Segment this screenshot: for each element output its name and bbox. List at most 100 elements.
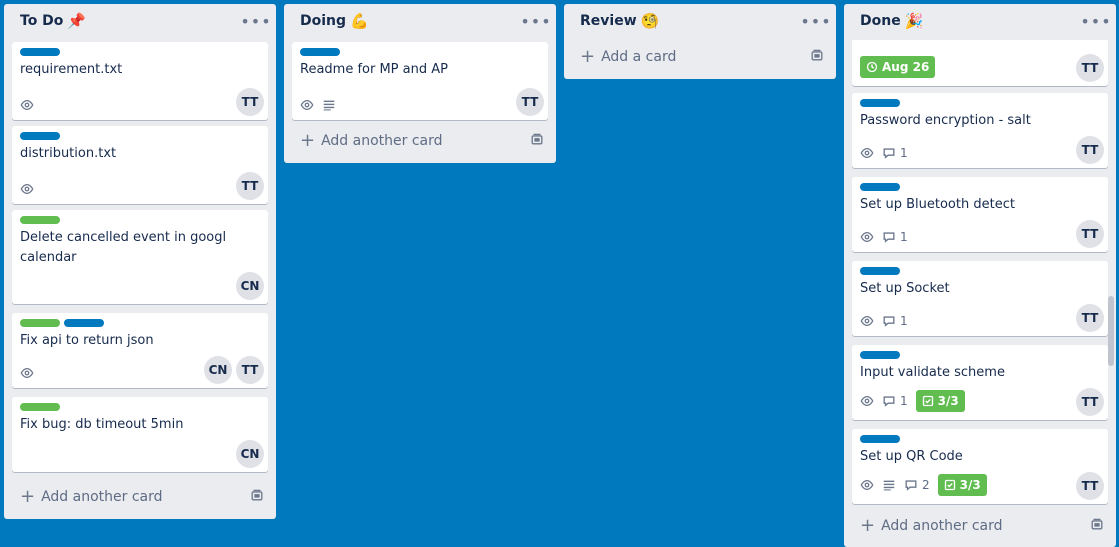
avatar[interactable]: TT — [236, 172, 264, 200]
avatar[interactable]: TT — [236, 88, 264, 116]
label-blue[interactable] — [20, 132, 60, 140]
add-card-label[interactable]: + Add another card — [20, 488, 163, 506]
list-scrollbar[interactable] — [1108, 44, 1114, 524]
label-green[interactable] — [20, 216, 60, 224]
avatar[interactable]: TT — [1076, 388, 1104, 416]
list-title[interactable]: Doing 💪 — [300, 12, 369, 30]
label-blue[interactable] — [860, 351, 900, 359]
add-card-button[interactable]: + Add a card — [572, 43, 828, 71]
card[interactable]: Fix bug: db timeout 5min CN — [12, 397, 268, 472]
avatar[interactable]: TT — [236, 356, 264, 384]
comment-count: 1 — [900, 230, 908, 244]
list-title[interactable]: Done 🎉 — [860, 12, 923, 30]
comment-badge: 1 — [882, 146, 908, 160]
checklist-icon — [922, 395, 933, 407]
list-menu-button[interactable]: ••• — [800, 9, 830, 33]
card-title: Password encryption - salt — [860, 113, 1031, 128]
label-blue[interactable] — [20, 48, 60, 56]
avatar[interactable]: TT — [1076, 304, 1104, 332]
comment-badge: 1 — [882, 394, 908, 408]
card[interactable]: Password encryption - salt 1 TT — [852, 93, 1108, 168]
checklist-count: 3/3 — [959, 478, 981, 492]
label-green[interactable] — [20, 403, 60, 411]
watch-icon — [860, 394, 874, 408]
avatar[interactable]: TT — [516, 88, 544, 116]
watch-icon — [860, 314, 874, 328]
card-labels[interactable] — [860, 99, 1100, 107]
card-badges: 2 3/3 — [860, 474, 987, 496]
card[interactable]: Delete cancelled event in googl calendar… — [12, 210, 268, 304]
avatar[interactable]: TT — [1076, 472, 1104, 500]
label-blue[interactable] — [64, 319, 104, 327]
card[interactable]: distribution.txt TT — [12, 126, 268, 204]
card[interactable]: Fix api to return json CN TT — [12, 313, 268, 388]
scroll-thumb[interactable] — [1108, 296, 1114, 366]
add-card-text: Add another card — [41, 489, 163, 505]
checklist-count: 3/3 — [937, 394, 959, 408]
list-title[interactable]: Review 🧐 — [580, 12, 659, 30]
avatar[interactable]: CN — [236, 272, 264, 300]
comment-count: 1 — [900, 146, 908, 160]
template-icon[interactable] — [1090, 517, 1104, 535]
card-labels[interactable] — [860, 183, 1100, 191]
plus-icon: + — [20, 486, 36, 507]
card[interactable]: Readme for MP and AP TT — [292, 42, 548, 120]
card[interactable]: Set up Bluetooth detect 1 TT — [852, 177, 1108, 252]
template-icon[interactable] — [810, 48, 824, 66]
comment-badge: 1 — [882, 230, 908, 244]
card-members: CN — [236, 440, 264, 468]
description-icon — [322, 98, 336, 112]
card-labels[interactable] — [20, 216, 260, 224]
avatar[interactable]: CN — [236, 440, 264, 468]
add-card-label[interactable]: + Add another card — [300, 132, 443, 150]
avatar[interactable]: TT — [1076, 220, 1104, 248]
list-header[interactable]: To Do 📌 ••• — [4, 4, 276, 38]
label-blue[interactable] — [860, 183, 900, 191]
list-header[interactable]: Doing 💪 ••• — [284, 4, 556, 38]
card-badges: 1 — [860, 230, 908, 244]
list-header[interactable]: Done 🎉 ••• — [844, 4, 1116, 38]
card-labels[interactable] — [20, 319, 260, 327]
avatar[interactable]: TT — [1076, 136, 1104, 164]
card[interactable]: Set up QR Code 2 3/3 TT — [852, 429, 1108, 504]
add-card-button[interactable]: + Add another card — [292, 127, 548, 155]
plus-icon: + — [860, 515, 876, 536]
card-labels[interactable] — [300, 48, 540, 56]
template-icon[interactable] — [530, 132, 544, 150]
label-blue[interactable] — [300, 48, 340, 56]
card[interactable]: Set up Socket 1 TT — [852, 261, 1108, 336]
list-review: Review 🧐 ••• + Add a card — [564, 4, 836, 79]
card-labels[interactable] — [860, 267, 1100, 275]
list-title-text: Doing — [300, 13, 347, 29]
avatar[interactable]: CN — [204, 356, 232, 384]
add-card-button[interactable]: + Add another card — [852, 512, 1108, 540]
label-blue[interactable] — [860, 99, 900, 107]
card-labels[interactable] — [860, 351, 1100, 359]
card-labels[interactable] — [20, 132, 260, 140]
card-members: TT — [1076, 136, 1104, 164]
list-header[interactable]: Review 🧐 ••• — [564, 4, 836, 38]
list-title[interactable]: To Do 📌 — [20, 12, 86, 30]
label-green[interactable] — [20, 319, 60, 327]
card-title: Input validate scheme — [860, 365, 1005, 380]
pushpin-icon: 📌 — [67, 12, 87, 30]
watch-icon — [860, 478, 874, 492]
due-date-badge[interactable]: Aug 26 — [860, 56, 936, 78]
card-title: requirement.txt — [20, 62, 123, 77]
add-card-button[interactable]: + Add another card — [12, 483, 268, 511]
card-labels[interactable] — [20, 403, 260, 411]
list-menu-button[interactable]: ••• — [520, 9, 550, 33]
label-blue[interactable] — [860, 267, 900, 275]
card[interactable]: Input validate scheme 1 3/3 TT — [852, 345, 1108, 420]
comment-icon — [883, 148, 895, 159]
card-labels[interactable] — [20, 48, 260, 56]
list-menu-button[interactable]: ••• — [240, 9, 270, 33]
template-icon[interactable] — [250, 488, 264, 506]
add-card-label[interactable]: + Add another card — [860, 517, 1003, 535]
list-menu-button[interactable]: ••• — [1080, 9, 1110, 33]
add-card-label[interactable]: + Add a card — [580, 48, 676, 66]
label-blue[interactable] — [860, 435, 900, 443]
card-labels[interactable] — [860, 435, 1100, 443]
card[interactable]: requirement.txt TT — [12, 42, 268, 120]
avatar[interactable]: TT — [1076, 54, 1104, 82]
